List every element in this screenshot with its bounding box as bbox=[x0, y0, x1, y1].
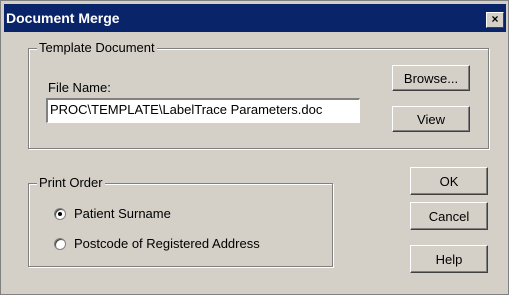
document-merge-dialog: Document Merge × Template Document File … bbox=[0, 0, 509, 295]
cancel-button[interactable]: Cancel bbox=[410, 202, 488, 230]
print-order-group: Print Order bbox=[28, 175, 333, 267]
close-button[interactable]: × bbox=[486, 12, 504, 28]
close-icon: × bbox=[491, 12, 499, 26]
radio-button-selected[interactable] bbox=[54, 207, 66, 220]
file-name-input[interactable]: PROC\TEMPLATE\LabelTrace Parameters.doc bbox=[46, 98, 360, 123]
window-title: Document Merge bbox=[6, 10, 120, 26]
radio-button[interactable] bbox=[54, 237, 66, 250]
radio-postcode-registered-address[interactable]: Postcode of Registered Address bbox=[54, 236, 260, 251]
ok-button[interactable]: OK bbox=[410, 167, 488, 195]
view-button[interactable]: View bbox=[392, 106, 470, 132]
radio-patient-surname[interactable]: Patient Surname bbox=[54, 206, 171, 221]
radio-label: Postcode of Registered Address bbox=[74, 236, 260, 251]
radio-label: Patient Surname bbox=[74, 206, 171, 221]
template-document-legend: Template Document bbox=[37, 40, 157, 55]
help-button[interactable]: Help bbox=[410, 245, 488, 273]
title-bar[interactable]: Document Merge × bbox=[4, 4, 506, 32]
browse-button[interactable]: Browse... bbox=[392, 65, 470, 91]
file-name-label: File Name: bbox=[48, 80, 111, 95]
print-order-legend: Print Order bbox=[37, 175, 105, 190]
